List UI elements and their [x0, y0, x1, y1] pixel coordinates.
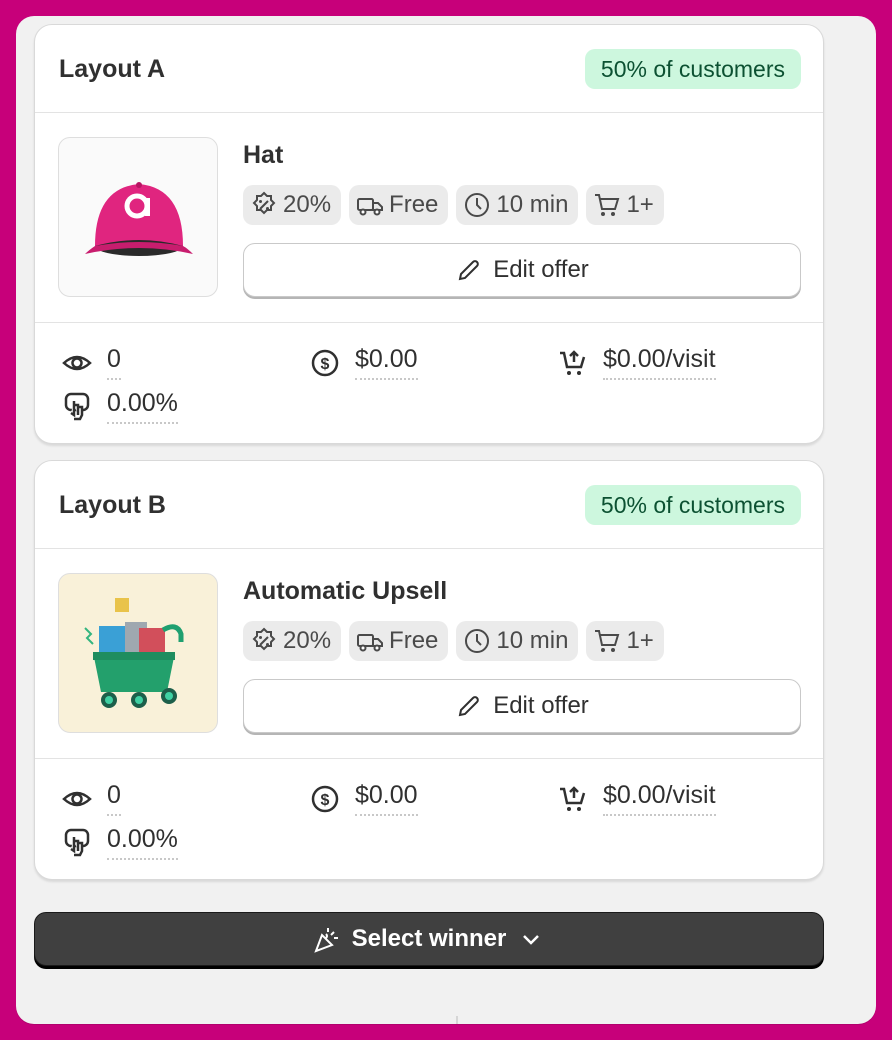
layout-title: Layout A	[59, 55, 166, 83]
stat-views: 0	[61, 781, 121, 816]
celebrate-icon	[313, 928, 338, 953]
discount-chip: 20%	[243, 621, 342, 661]
tap-icon	[64, 828, 90, 856]
product-name: Hat	[243, 141, 284, 169]
time-value: 10 min	[496, 191, 569, 218]
divider	[456, 1016, 458, 1024]
truck-icon	[357, 634, 384, 652]
eye-icon	[62, 355, 92, 370]
card-header: Layout A 50% of customers	[35, 25, 823, 113]
cart-icon	[595, 630, 620, 652]
dollar-circle-icon: $	[311, 785, 339, 812]
rpv-value[interactable]: $0.00/visit	[603, 345, 716, 380]
audience-badge: 50% of customers	[584, 49, 801, 89]
pencil-icon	[458, 260, 479, 281]
tap-icon	[64, 392, 90, 420]
eye-icon	[62, 791, 92, 806]
quantity-chip: 1+	[586, 185, 664, 225]
select-winner-button[interactable]: Select winner	[34, 912, 824, 966]
discount-icon	[252, 191, 276, 215]
stats-row: 0 $ $0.00 $0.00/visit 0.00%	[35, 759, 823, 879]
revenue-value[interactable]: $0.00	[355, 781, 418, 816]
edit-offer-label: Edit offer	[493, 256, 589, 283]
offer-chips: 20% Free 10 min 1+	[243, 621, 664, 661]
product-image-upsell	[58, 573, 218, 733]
time-chip: 10 min	[456, 185, 579, 225]
stat-click-rate: 0.00%	[61, 389, 178, 424]
ctr-value[interactable]: 0.00%	[107, 389, 178, 424]
quantity-value: 1+	[626, 627, 654, 654]
stat-click-rate: 0.00%	[61, 825, 178, 860]
views-value[interactable]: 0	[107, 781, 121, 816]
offer-section: Hat 20% Free 10 min 1+ Edit offer	[35, 113, 823, 323]
offer-chips: 20% Free 10 min 1+	[243, 185, 664, 225]
time-value: 10 min	[496, 627, 569, 654]
discount-icon	[252, 627, 276, 651]
svg-text:$: $	[321, 356, 330, 373]
shipping-value: Free	[389, 627, 439, 654]
cart-upload-icon	[560, 785, 586, 811]
quantity-value: 1+	[626, 191, 654, 218]
discount-value: 20%	[283, 627, 332, 654]
offer-section: Automatic Upsell 20% Free 10 min 1+ Edit…	[35, 549, 823, 759]
stat-views: 0	[61, 345, 121, 380]
edit-offer-button[interactable]: Edit offer	[243, 679, 801, 733]
stat-revenue-per-visit: $0.00/visit	[557, 781, 716, 816]
truck-icon	[357, 198, 384, 216]
clock-icon	[465, 629, 490, 653]
rpv-value[interactable]: $0.00/visit	[603, 781, 716, 816]
quantity-chip: 1+	[586, 621, 664, 661]
views-value[interactable]: 0	[107, 345, 121, 380]
pencil-icon	[458, 696, 479, 717]
ctr-value[interactable]: 0.00%	[107, 825, 178, 860]
layout-card-b: Layout B 50% of customers Automatic Upse…	[34, 460, 824, 880]
discount-chip: 20%	[243, 185, 342, 225]
chevron-down-icon	[523, 935, 540, 945]
shipping-value: Free	[389, 191, 439, 218]
layout-card-a: Layout A 50% of customers Hat 20% Free 1…	[34, 24, 824, 444]
shipping-chip: Free	[349, 185, 449, 225]
edit-offer-button[interactable]: Edit offer	[243, 243, 801, 297]
audience-badge: 50% of customers	[584, 485, 801, 525]
cart-upload-icon	[560, 349, 586, 375]
product-name: Automatic Upsell	[243, 577, 448, 605]
cart-icon	[595, 194, 620, 216]
svg-text:$: $	[321, 792, 330, 809]
stat-revenue: $ $0.00	[309, 345, 418, 380]
select-winner-label: Select winner	[351, 925, 507, 952]
revenue-value[interactable]: $0.00	[355, 345, 418, 380]
shipping-chip: Free	[349, 621, 449, 661]
stats-row: 0 $ $0.00 $0.00/visit 0.00%	[35, 323, 823, 443]
product-image-hat	[58, 137, 218, 297]
clock-icon	[465, 193, 490, 217]
stat-revenue-per-visit: $0.00/visit	[557, 345, 716, 380]
dollar-circle-icon: $	[311, 349, 339, 376]
time-chip: 10 min	[456, 621, 579, 661]
stat-revenue: $ $0.00	[309, 781, 418, 816]
layout-title: Layout B	[59, 491, 166, 519]
discount-value: 20%	[283, 191, 332, 218]
card-header: Layout B 50% of customers	[35, 461, 823, 549]
edit-offer-label: Edit offer	[493, 692, 589, 719]
